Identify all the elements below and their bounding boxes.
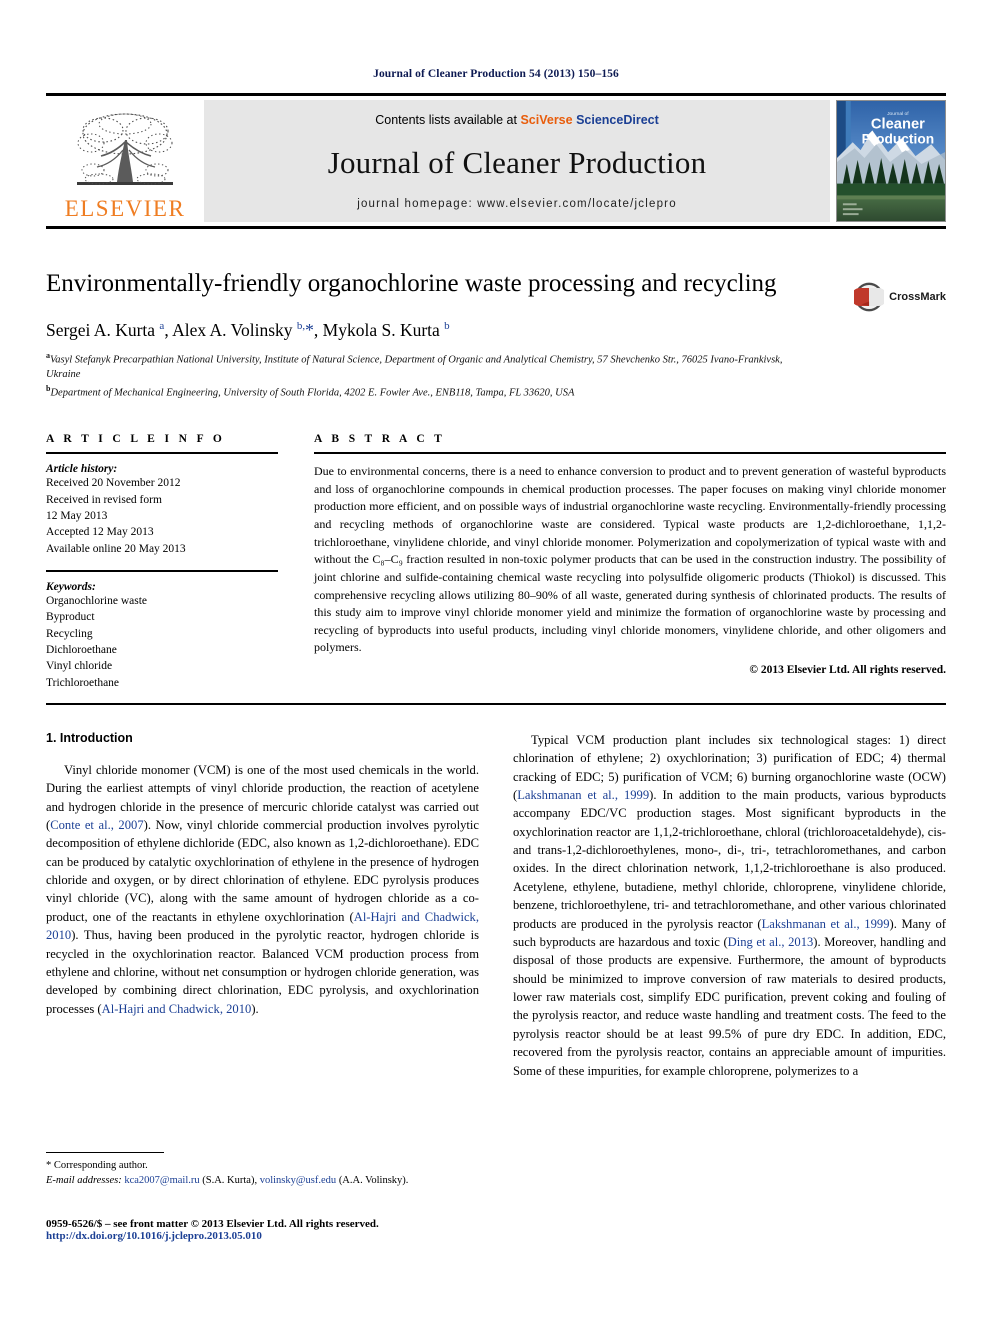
history-line: Received in revised form xyxy=(46,493,162,506)
page-footer: 0959-6526/$ – see front matter © 2013 El… xyxy=(46,1218,486,1242)
intro-paragraph-right: Typical VCM production plant includes si… xyxy=(513,732,946,1078)
article-title: Environmentally-friendly organochlorine … xyxy=(46,270,777,297)
title-block: Environmentally-friendly organochlorine … xyxy=(46,269,946,401)
article-info-rule xyxy=(46,452,278,455)
keyword-item: Vinyl chloride xyxy=(46,660,113,673)
keyword-item: Organochlorine waste xyxy=(46,594,148,607)
svg-text:Cleaner: Cleaner xyxy=(871,117,925,133)
sciverse-label[interactable]: SciVerse xyxy=(520,113,572,127)
doi-link[interactable]: http://dx.doi.org/10.1016/j.jclepro.2013… xyxy=(46,1230,486,1242)
svg-text:Production: Production xyxy=(862,131,935,146)
affiliation-a-text: Vasyl Stefanyk Precarpathian National Un… xyxy=(46,354,783,380)
keywords-rule xyxy=(46,569,278,572)
body-column-left: 1. Introduction Vinyl chloride monomer (… xyxy=(46,731,479,1080)
crossmark-badge[interactable]: CrossMark xyxy=(854,273,946,321)
body-separator-rule xyxy=(46,702,946,705)
affiliation-b-text: Department of Mechanical Engineering, Un… xyxy=(50,387,575,399)
article-info-column: A R T I C L E I N F O Article history: R… xyxy=(46,433,278,691)
affiliation-list: aVasyl Stefanyk Precarpathian National U… xyxy=(46,350,816,402)
body-column-right: Typical VCM production plant includes si… xyxy=(513,731,946,1080)
crossmark-icon xyxy=(854,282,885,312)
corresponding-author-line: * Corresponding author. xyxy=(46,1160,148,1171)
masthead-bottom-rule xyxy=(46,226,946,229)
masthead-top-rule xyxy=(46,93,946,96)
elsevier-wordmark: ELSEVIER xyxy=(64,196,186,221)
abstract-rule xyxy=(314,452,946,455)
running-head: Journal of Cleaner Production 54 (2013) … xyxy=(373,68,619,80)
journal-masthead: ELSEVIER Contents lists available at Sci… xyxy=(46,100,946,222)
journal-cover-thumbnail[interactable]: Journal of Cleaner Production xyxy=(836,100,946,222)
article-info-heading: A R T I C L E I N F O xyxy=(46,433,226,446)
history-line: Received 20 November 2012 xyxy=(46,477,181,490)
section-title-introduction: 1. Introduction xyxy=(46,730,133,745)
keyword-item: Dichloroethane xyxy=(46,643,117,656)
elsevier-tree-icon xyxy=(77,113,173,185)
elsevier-logo[interactable]: ELSEVIER xyxy=(46,100,204,222)
keyword-item: Recycling xyxy=(46,627,93,640)
abstract-column: A B S T R A C T Due to environmental con… xyxy=(314,433,946,691)
corresponding-author-footnote: * Corresponding author. E-mail addresses… xyxy=(46,1152,474,1188)
abstract-heading: A B S T R A C T xyxy=(314,433,446,446)
journal-title: Journal of Cleaner Production xyxy=(327,144,707,180)
author-list: Sergei A. Kurta a, Alex A. Volinsky b,*,… xyxy=(46,319,450,340)
keywords-label: Keywords: xyxy=(46,580,96,593)
affiliation-b: bDepartment of Mechanical Engineering, U… xyxy=(46,383,575,399)
article-history-lines: Received 20 November 2012 Received in re… xyxy=(46,475,278,557)
history-line: Available online 20 May 2013 xyxy=(46,542,186,555)
history-line: Accepted 12 May 2013 xyxy=(46,526,154,539)
journal-article-page: Journal of Cleaner Production 54 (2013) … xyxy=(0,0,992,1323)
info-abstract-region: A R T I C L E I N F O Article history: R… xyxy=(46,433,946,691)
history-line: 12 May 2013 xyxy=(46,509,108,522)
body-columns: 1. Introduction Vinyl chloride monomer (… xyxy=(46,731,946,1080)
contents-available-line: Contents lists available at SciVerse Sci… xyxy=(375,113,659,127)
issn-copyright-line: 0959-6526/$ – see front matter © 2013 El… xyxy=(46,1218,379,1230)
email-addresses-line[interactable]: E-mail addresses: kca2007@mail.ru (S.A. … xyxy=(46,1173,474,1188)
cover-artwork: Journal of Cleaner Production xyxy=(836,100,946,222)
article-history-label: Article history: xyxy=(46,463,118,476)
contents-prefix: Contents lists available at xyxy=(375,113,521,127)
keyword-item: Byproduct xyxy=(46,611,95,624)
abstract-copyright: © 2013 Elsevier Ltd. All rights reserved… xyxy=(749,664,946,677)
crossmark-label: CrossMark xyxy=(889,291,946,303)
intro-paragraph-left: Vinyl chloride monomer (VCM) is one of t… xyxy=(46,762,480,1016)
journal-homepage-link[interactable]: journal homepage: www.elsevier.com/locat… xyxy=(357,198,677,210)
abstract-text: Due to environmental concerns, there is … xyxy=(314,464,946,655)
keywords-list: Organochlorine waste Byproduct Recycling… xyxy=(46,593,278,691)
sciencedirect-link[interactable]: ScienceDirect xyxy=(576,113,659,127)
keyword-item: Trichloroethane xyxy=(46,676,120,689)
affiliation-a: aVasyl Stefanyk Precarpathian National U… xyxy=(46,350,783,380)
masthead-center-panel: Contents lists available at SciVerse Sci… xyxy=(204,100,830,222)
footnote-rule xyxy=(46,1152,164,1153)
